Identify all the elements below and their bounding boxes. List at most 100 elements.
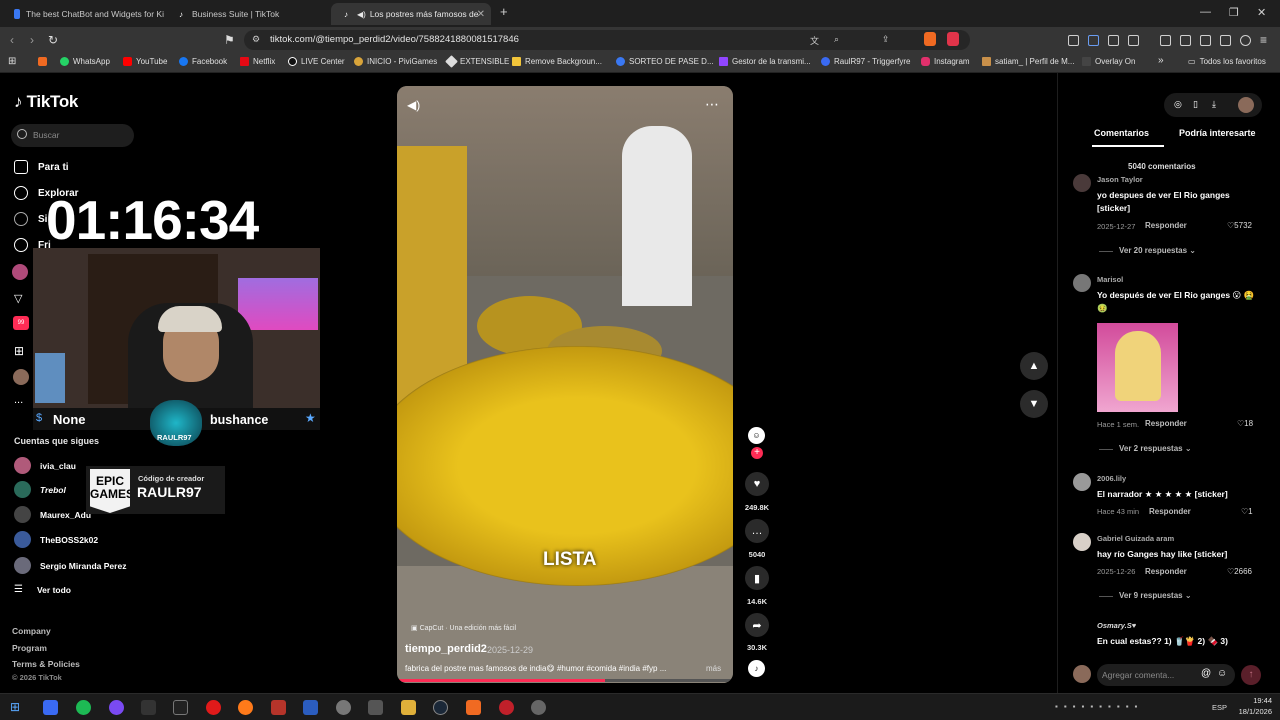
word-icon[interactable] <box>303 700 318 715</box>
footer-company[interactable]: Company <box>12 626 51 636</box>
nav-live-icon[interactable]: 99 <box>13 316 29 330</box>
video-player[interactable]: ◀) ⋯ LISTA ▣ CapCut · Una edición más fá… <box>397 86 733 683</box>
reload-icon[interactable]: ↻ <box>48 33 58 47</box>
vpn-icon[interactable] <box>1240 35 1251 46</box>
spotify-icon[interactable] <box>76 700 91 715</box>
send-comment-button[interactable]: ↑ <box>1241 665 1261 685</box>
comment-username[interactable]: Gabriel Guizada aram <box>1097 534 1174 543</box>
bookmark-icon[interactable]: ⚑ <box>224 33 235 47</box>
app-icon[interactable] <box>336 700 351 715</box>
bookmark-brave[interactable] <box>38 57 51 66</box>
leo-icon[interactable] <box>1220 35 1231 46</box>
extension-icon[interactable] <box>1068 35 1079 46</box>
bookmark-youtube[interactable]: YouTube <box>123 57 167 66</box>
nav-more[interactable]: ... <box>14 394 23 406</box>
following-account[interactable]: Maurex_Adu <box>14 506 91 523</box>
view-replies-button[interactable]: Ver 20 respuestas ⌄ <box>1099 246 1196 255</box>
nav-for-you[interactable]: Para ti <box>14 160 69 174</box>
comment-button[interactable]: … <box>745 519 769 543</box>
user-avatar[interactable] <box>1238 97 1254 113</box>
bookmark-whatsapp[interactable]: WhatsApp <box>60 57 110 66</box>
nav-following[interactable]: Si <box>14 212 47 226</box>
comment-username[interactable]: 2006.lily <box>1097 474 1126 483</box>
site-info-icon[interactable]: ⚙ <box>252 34 260 45</box>
tiktok-logo[interactable]: ♪ TikTok <box>14 92 78 112</box>
like-button[interactable]: ♥ <box>745 472 769 496</box>
following-account[interactable]: ivia_clau <box>14 457 76 474</box>
footer-program[interactable]: Program <box>12 643 47 653</box>
file-explorer-icon[interactable] <box>401 700 416 715</box>
bookmark-overlay-on[interactable]: Overlay On <box>1082 57 1135 66</box>
avatar[interactable] <box>1073 533 1091 551</box>
comment-like-button[interactable]: ♡18 <box>1237 419 1253 428</box>
zoom-icon[interactable]: ⌕ <box>834 34 839 45</box>
comment-like-button[interactable]: ♡5732 <box>1227 221 1252 230</box>
extension-icon[interactable] <box>1088 35 1099 46</box>
translate-icon[interactable]: 文 <box>810 34 819 47</box>
tab-interesting[interactable]: Podría interesarte <box>1179 128 1256 138</box>
bookmark-triggerfyre[interactable]: RaulR97 - Triggerfyre <box>821 57 910 66</box>
bookmark-pivigames[interactable]: INICIO - PiviGames <box>354 57 437 66</box>
view-replies-button[interactable]: Ver 9 respuestas ⌄ <box>1099 591 1192 600</box>
capcut-label[interactable]: ▣ CapCut · Una edición más fácil <box>411 624 516 632</box>
avatar[interactable] <box>1073 174 1091 192</box>
emoji-icon[interactable]: ☺ <box>1217 668 1227 679</box>
tab-tiktok-video[interactable]: ♪ ◀) Los postres más famosos de ✕ <box>331 3 491 25</box>
comment-like-button[interactable]: ♡2666 <box>1227 567 1252 576</box>
comment-username[interactable]: Osmary.S♥ <box>1097 621 1136 630</box>
following-account[interactable]: Trebol <box>14 481 66 498</box>
nav-upload-icon[interactable]: ▽ <box>14 292 22 305</box>
brave-rewards-icon[interactable] <box>947 32 959 46</box>
mention-icon[interactable]: @ <box>1201 668 1211 679</box>
more-bookmarks-button[interactable]: » <box>1158 55 1164 66</box>
share-button[interactable]: ➦ <box>745 613 769 637</box>
windows-start-icon[interactable]: ⊞ <box>10 700 20 714</box>
volume-icon[interactable]: ◀) <box>407 98 420 112</box>
bookmark-extensible[interactable]: EXTENSIBLE <box>445 55 509 68</box>
restore-button[interactable]: ❐ <box>1229 6 1239 19</box>
comment-sticker-image[interactable] <box>1097 323 1178 412</box>
compass-icon[interactable]: ◎ <box>1174 99 1182 110</box>
tab-chatbot[interactable]: The best ChatBot and Widgets for Ki <box>4 3 164 25</box>
save-button[interactable]: ▮ <box>745 566 769 590</box>
tab-business-suite[interactable]: ♪ Business Suite | TikTok <box>166 3 328 25</box>
bookmark-remove-bg[interactable]: Remove Backgroun... <box>512 57 602 66</box>
bookmark-stream-manager[interactable]: Gestor de la transmi... <box>719 57 811 66</box>
forward-icon[interactable]: › <box>30 33 34 47</box>
avatar[interactable] <box>1073 274 1091 292</box>
footer-terms[interactable]: Terms & Policies <box>12 659 80 669</box>
brave-icon[interactable] <box>466 700 481 715</box>
obs-icon[interactable] <box>109 700 124 715</box>
system-tray-icons[interactable]: ▪▪▪▪▪▪▪▪▪▪ <box>1055 702 1195 712</box>
valorant-icon[interactable] <box>271 700 286 715</box>
reply-button[interactable]: Responder <box>1145 567 1187 576</box>
nav-profile-avatar[interactable] <box>13 369 29 385</box>
bookmark-sorteo[interactable]: SORTEO DE PASE D... <box>616 57 714 66</box>
comment-input[interactable]: Agregar comenta... @ ☺ <box>1097 664 1235 686</box>
description-more-link[interactable]: más <box>706 664 721 673</box>
brave-shield-icon[interactable] <box>924 32 936 46</box>
firefox-icon[interactable] <box>238 700 253 715</box>
comment-like-button[interactable]: ♡1 <box>1241 507 1253 516</box>
opera-icon[interactable] <box>206 700 221 715</box>
back-icon[interactable]: ‹ <box>10 33 14 47</box>
reply-button[interactable]: Responder <box>1149 507 1191 516</box>
apps-grid-icon[interactable]: ⊞ <box>8 56 16 67</box>
see-all-following[interactable]: ☰ Ver todo <box>14 584 71 595</box>
app-icon[interactable] <box>499 700 514 715</box>
sound-disc-icon[interactable]: ♪ <box>748 660 765 677</box>
bookmark-instagram[interactable]: Instagram <box>921 57 970 66</box>
nav-create-icon[interactable]: ⊞ <box>14 344 24 358</box>
tab-comments[interactable]: Comentarios <box>1094 128 1149 138</box>
following-account[interactable]: Sergio Miranda Perez <box>14 557 126 574</box>
bookmark-netflix[interactable]: Netflix <box>240 57 275 66</box>
more-options-icon[interactable]: ⋯ <box>705 96 719 113</box>
steam-icon[interactable] <box>433 700 448 715</box>
extensions-puzzle-icon[interactable] <box>1108 35 1119 46</box>
close-tab-icon[interactable]: ✕ <box>477 9 485 20</box>
close-window-button[interactable]: ✕ <box>1257 6 1266 19</box>
minimize-button[interactable]: — <box>1200 6 1211 18</box>
following-account[interactable]: TheBOSS2k02 <box>14 531 98 548</box>
bookmark-live-center[interactable]: LIVE Center <box>288 57 345 66</box>
previous-video-button[interactable]: ▲ <box>1020 352 1048 380</box>
